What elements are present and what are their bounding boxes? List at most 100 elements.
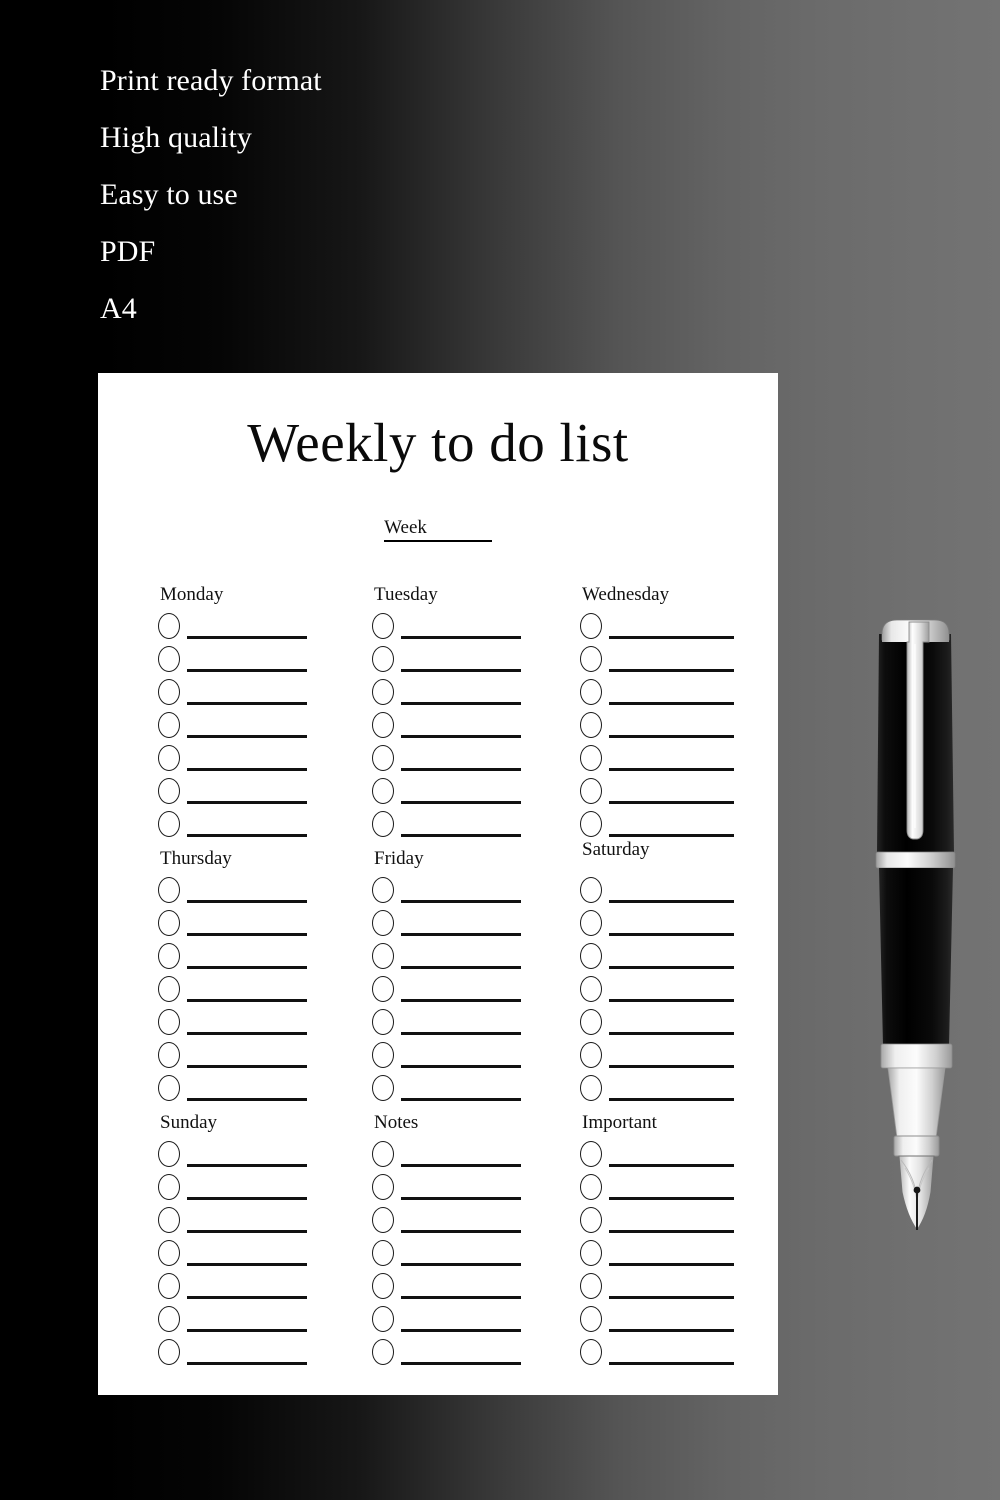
todo-row[interactable] [158,875,320,908]
write-line[interactable] [609,1032,734,1035]
write-line[interactable] [401,1164,521,1167]
todo-row[interactable] [580,677,786,710]
todo-row[interactable] [372,1337,528,1370]
write-line[interactable] [187,1263,307,1266]
checkbox-circle-icon[interactable] [372,646,394,672]
write-line[interactable] [609,933,734,936]
write-line[interactable] [187,1362,307,1365]
todo-row[interactable] [372,941,528,974]
todo-row[interactable] [372,974,528,1007]
checkbox-circle-icon[interactable] [372,1306,394,1332]
write-line[interactable] [401,1296,521,1299]
todo-row[interactable] [372,1271,528,1304]
write-line[interactable] [609,669,734,672]
todo-row[interactable] [580,644,786,677]
checkbox-circle-icon[interactable] [580,613,602,639]
todo-row[interactable] [580,908,786,941]
todo-row[interactable] [158,1073,320,1106]
checkbox-circle-icon[interactable] [372,910,394,936]
todo-row[interactable] [158,677,320,710]
checkbox-circle-icon[interactable] [158,1339,180,1365]
todo-row[interactable] [580,743,786,776]
todo-row[interactable] [580,1337,786,1370]
todo-row[interactable] [580,710,786,743]
write-line[interactable] [187,768,307,771]
todo-row[interactable] [580,1139,786,1172]
write-line[interactable] [187,834,307,837]
todo-row[interactable] [158,1205,320,1238]
write-line[interactable] [401,1032,521,1035]
week-input-blank[interactable] [426,521,492,542]
write-line[interactable] [401,801,521,804]
checkbox-circle-icon[interactable] [580,1009,602,1035]
todo-row[interactable] [372,1172,528,1205]
todo-row[interactable] [372,809,528,842]
write-line[interactable] [609,834,734,837]
checkbox-circle-icon[interactable] [580,745,602,771]
checkbox-circle-icon[interactable] [158,646,180,672]
checkbox-circle-icon[interactable] [580,811,602,837]
write-line[interactable] [609,1098,734,1101]
todo-row[interactable] [580,1304,786,1337]
write-line[interactable] [609,966,734,969]
write-line[interactable] [401,1362,521,1365]
todo-row[interactable] [580,1238,786,1271]
todo-row[interactable] [372,776,528,809]
todo-row[interactable] [372,1304,528,1337]
write-line[interactable] [401,966,521,969]
write-line[interactable] [187,1197,307,1200]
write-line[interactable] [609,1065,734,1068]
write-line[interactable] [401,768,521,771]
checkbox-circle-icon[interactable] [372,1075,394,1101]
todo-row[interactable] [580,1040,786,1073]
write-line[interactable] [609,702,734,705]
todo-row[interactable] [158,743,320,776]
checkbox-circle-icon[interactable] [580,712,602,738]
write-line[interactable] [187,1329,307,1332]
todo-row[interactable] [158,1238,320,1271]
checkbox-circle-icon[interactable] [580,778,602,804]
checkbox-circle-icon[interactable] [580,1075,602,1101]
todo-row[interactable] [372,875,528,908]
write-line[interactable] [401,1065,521,1068]
checkbox-circle-icon[interactable] [158,1240,180,1266]
checkbox-circle-icon[interactable] [372,1273,394,1299]
write-line[interactable] [401,1263,521,1266]
todo-row[interactable] [372,1238,528,1271]
todo-row[interactable] [158,1304,320,1337]
todo-row[interactable] [372,1073,528,1106]
write-line[interactable] [609,999,734,1002]
todo-row[interactable] [372,644,528,677]
checkbox-circle-icon[interactable] [372,1339,394,1365]
write-line[interactable] [401,735,521,738]
write-line[interactable] [609,636,734,639]
write-line[interactable] [187,966,307,969]
write-line[interactable] [187,1065,307,1068]
checkbox-circle-icon[interactable] [372,1174,394,1200]
checkbox-circle-icon[interactable] [372,1009,394,1035]
checkbox-circle-icon[interactable] [158,1075,180,1101]
todo-row[interactable] [158,941,320,974]
todo-row[interactable] [580,809,786,842]
checkbox-circle-icon[interactable] [372,745,394,771]
write-line[interactable] [609,735,734,738]
todo-row[interactable] [580,1007,786,1040]
checkbox-circle-icon[interactable] [158,943,180,969]
todo-row[interactable] [158,1139,320,1172]
checkbox-circle-icon[interactable] [580,1240,602,1266]
write-line[interactable] [609,768,734,771]
todo-row[interactable] [580,1205,786,1238]
checkbox-circle-icon[interactable] [580,1306,602,1332]
todo-row[interactable] [372,710,528,743]
write-line[interactable] [401,1329,521,1332]
checkbox-circle-icon[interactable] [158,613,180,639]
write-line[interactable] [609,801,734,804]
write-line[interactable] [187,1098,307,1101]
checkbox-circle-icon[interactable] [580,1141,602,1167]
write-line[interactable] [187,669,307,672]
checkbox-circle-icon[interactable] [372,613,394,639]
write-line[interactable] [609,1230,734,1233]
todo-row[interactable] [158,1271,320,1304]
checkbox-circle-icon[interactable] [580,679,602,705]
checkbox-circle-icon[interactable] [372,679,394,705]
